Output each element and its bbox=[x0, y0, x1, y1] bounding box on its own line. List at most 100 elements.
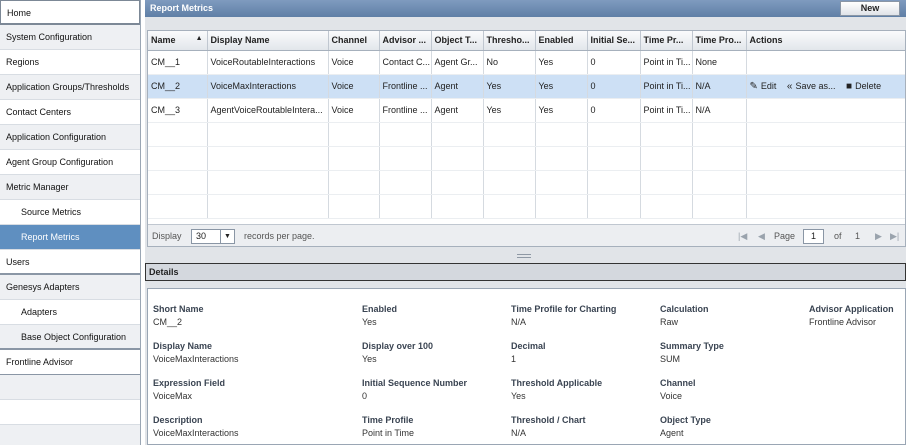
cell-display-name: VoiceRoutableInteractions bbox=[207, 50, 329, 75]
column-header-advisor[interactable]: Advisor ... bbox=[379, 31, 432, 51]
sidebar-item-metric-manager[interactable]: Metric Manager bbox=[0, 175, 140, 200]
table-header-row: Name ▲ Display Name Channel Advisor ... O… bbox=[148, 31, 905, 51]
sidebar-item-adapters[interactable]: Adapters bbox=[0, 300, 140, 325]
sidebar-item-base-object-configuration[interactable]: Base Object Configuration bbox=[0, 325, 140, 350]
field-time-profile: Time Profile Point in Time bbox=[362, 415, 415, 438]
sort-ascending-icon: ▲ bbox=[195, 35, 203, 43]
field-decimal: Decimal 1 bbox=[511, 341, 546, 364]
column-header-name[interactable]: Name ▲ bbox=[148, 31, 208, 51]
metrics-table: Name ▲ Display Name Channel Advisor ... O… bbox=[148, 31, 905, 219]
sidebar-empty-row bbox=[0, 425, 140, 445]
sidebar-item-genesys-adapters[interactable]: Genesys Adapters bbox=[0, 275, 140, 300]
field-calculation: Calculation Raw bbox=[660, 304, 709, 327]
sidebar-item-source-metrics[interactable]: Source Metrics bbox=[0, 200, 140, 225]
table-row[interactable]: CM__3 AgentVoiceRoutableIntera... Voice … bbox=[148, 98, 905, 123]
cell-name: CM__1 bbox=[148, 50, 208, 75]
cell-channel: Voice bbox=[328, 98, 380, 123]
column-header-time-profile[interactable]: Time Pr... bbox=[640, 31, 693, 51]
cell-name: CM__2 bbox=[148, 74, 208, 99]
field-enabled: Enabled Yes bbox=[362, 304, 398, 327]
column-header-channel[interactable]: Channel bbox=[328, 31, 380, 51]
cell-threshold: No bbox=[483, 50, 536, 75]
column-header-time-profile-charting[interactable]: Time Pro... bbox=[692, 31, 747, 51]
table-row-selected[interactable]: CM__2 VoiceMaxInteractions Voice Frontli… bbox=[148, 74, 905, 99]
empty-row bbox=[148, 194, 905, 219]
cell-actions bbox=[746, 98, 905, 123]
pencil-icon: ✎ bbox=[749, 80, 758, 92]
sidebar-item-users[interactable]: Users bbox=[0, 250, 140, 275]
sidebar-item-agent-group-configuration[interactable]: Agent Group Configuration bbox=[0, 150, 140, 175]
sidebar-item-system-configuration[interactable]: System Configuration bbox=[0, 25, 140, 50]
delete-button[interactable]: ■ Delete bbox=[846, 81, 881, 92]
cell-channel: Voice bbox=[328, 50, 380, 75]
next-page-icon[interactable]: ▶ bbox=[875, 225, 882, 246]
column-header-threshold[interactable]: Thresho... bbox=[483, 31, 536, 51]
cell-advisor: Contact C... bbox=[379, 50, 432, 75]
details-panel: Short Name CM__2 Enabled Yes Time Profile … bbox=[147, 288, 906, 445]
last-page-icon[interactable]: ▶| bbox=[890, 225, 899, 246]
field-summary-type: Summary Type SUM bbox=[660, 341, 724, 364]
cell-name: CM__3 bbox=[148, 98, 208, 123]
column-header-display-name[interactable]: Display Name bbox=[207, 31, 329, 51]
empty-row bbox=[148, 122, 905, 147]
column-header-object-type[interactable]: Object T... bbox=[431, 31, 484, 51]
cell-object-type: Agent Gr... bbox=[431, 50, 484, 75]
details-header: Details bbox=[145, 263, 906, 281]
cell-channel: Voice bbox=[328, 74, 380, 99]
of-label: of bbox=[834, 231, 842, 241]
trash-icon: ■ bbox=[846, 80, 853, 92]
sidebar-item-report-metrics[interactable]: Report Metrics bbox=[0, 225, 140, 250]
cell-object-type: Agent bbox=[431, 98, 484, 123]
save-as-icon: « bbox=[786, 80, 793, 92]
prev-page-icon[interactable]: ◀ bbox=[758, 225, 765, 246]
pagination-bar: Display 30 ▼ records per page. |◀ ◀ Page… bbox=[148, 224, 905, 246]
field-threshold-applicable: Threshold Applicable Yes bbox=[511, 378, 603, 401]
records-per-page-label: records per page. bbox=[244, 231, 315, 241]
field-description: Description VoiceMaxInteractions bbox=[153, 415, 239, 438]
field-short-name: Short Name CM__2 bbox=[153, 304, 204, 327]
column-header-initial-sequence[interactable]: Initial Se... bbox=[587, 31, 641, 51]
field-display-name: Display Name VoiceMaxInteractions bbox=[153, 341, 239, 364]
field-object-type: Object Type Agent bbox=[660, 415, 711, 438]
cell-advisor: Frontline ... bbox=[379, 98, 432, 123]
cell-actions bbox=[746, 50, 905, 75]
sidebar-item-home[interactable]: Home bbox=[0, 0, 140, 25]
save-as-button[interactable]: «Save as... bbox=[787, 81, 836, 92]
cell-object-type: Agent bbox=[431, 74, 484, 99]
cell-enabled: Yes bbox=[535, 74, 588, 99]
edit-button[interactable]: ✎ Edit bbox=[750, 81, 777, 92]
cell-enabled: Yes bbox=[535, 50, 588, 75]
page-label: Page bbox=[774, 231, 796, 241]
cell-threshold: Yes bbox=[483, 98, 536, 123]
panel-header: Report Metrics New bbox=[145, 0, 906, 17]
cell-time-profile-charting: N/A bbox=[692, 74, 747, 99]
field-display-over-100: Display over 100 Yes bbox=[362, 341, 434, 364]
empty-row bbox=[148, 146, 905, 171]
cell-initial-sequence: 0 bbox=[587, 50, 641, 75]
field-expression-field: Expression Field VoiceMax bbox=[153, 378, 226, 401]
sidebar-item-application-groups-thresholds[interactable]: Application Groups/Thresholds bbox=[0, 75, 140, 100]
page-number-input[interactable]: 1 bbox=[803, 229, 824, 244]
cell-initial-sequence: 0 bbox=[587, 98, 641, 123]
field-channel: Channel Voice bbox=[660, 378, 696, 401]
column-header-actions: Actions bbox=[746, 31, 905, 51]
table-row[interactable]: CM__1 VoiceRoutableInteractions Voice Co… bbox=[148, 50, 905, 75]
field-time-profile-charting: Time Profile for Charting N/A bbox=[511, 304, 617, 327]
chevron-down-icon: ▼ bbox=[220, 230, 234, 243]
sidebar-item-application-configuration[interactable]: Application Configuration bbox=[0, 125, 140, 150]
cell-advisor: Frontline ... bbox=[379, 74, 432, 99]
report-metrics-grid: Name ▲ Display Name Channel Advisor ... O… bbox=[147, 30, 906, 247]
new-button[interactable]: New bbox=[840, 1, 900, 16]
cell-enabled: Yes bbox=[535, 98, 588, 123]
cell-display-name: AgentVoiceRoutableIntera... bbox=[207, 98, 329, 123]
first-page-icon[interactable]: |◀ bbox=[738, 225, 747, 246]
sidebar-item-regions[interactable]: Regions bbox=[0, 50, 140, 75]
column-header-enabled[interactable]: Enabled bbox=[535, 31, 588, 51]
sidebar: Home System Configuration Regions Applic… bbox=[0, 0, 141, 445]
sidebar-item-contact-centers[interactable]: Contact Centers bbox=[0, 100, 140, 125]
sidebar-item-frontline-advisor[interactable]: Frontline Advisor bbox=[0, 350, 140, 375]
page-size-select[interactable]: 30 ▼ bbox=[191, 229, 235, 244]
empty-row bbox=[148, 170, 905, 195]
splitter-handle[interactable] bbox=[517, 254, 531, 258]
sidebar-empty-row bbox=[0, 400, 140, 425]
